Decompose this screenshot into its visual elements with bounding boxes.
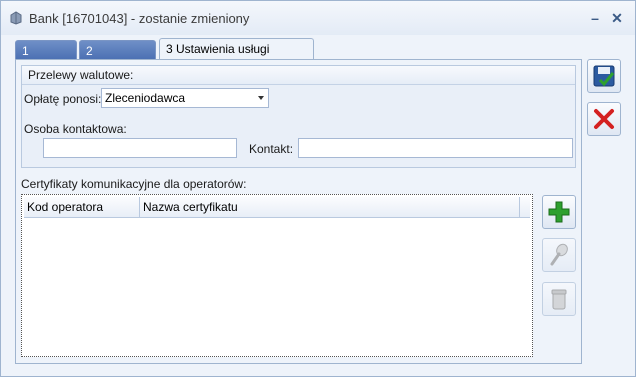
edit-certificate-button[interactable]	[542, 238, 576, 272]
column-header-operator-code[interactable]: Kod operatora	[24, 197, 140, 217]
close-window-button[interactable]: ✕	[607, 8, 627, 28]
add-certificate-button[interactable]	[542, 195, 576, 229]
minimize-button[interactable]: –	[585, 8, 605, 28]
certificates-label: Certyfikaty komunikacyjne dla operatorów…	[21, 177, 247, 191]
save-icon	[593, 65, 615, 87]
section-title: Przelewy walutowe:	[28, 68, 134, 82]
chevron-down-icon	[258, 96, 264, 100]
currency-transfers-group: Przelewy walutowe: Opłatę ponosi: Zlecen…	[21, 65, 576, 168]
contact-person-label: Osoba kontaktowa:	[24, 122, 127, 136]
dialog-window: Bank [16701043] - zostanie zmieniony – ✕…	[0, 0, 636, 377]
list-header: Kod operatora Nazwa certyfikatu	[24, 197, 530, 218]
tab-panel: Przelewy walutowe: Opłatę ponosi: Zlecen…	[15, 59, 582, 364]
fee-payer-select[interactable]: Zleceniodawca	[101, 88, 269, 108]
cancel-button[interactable]	[587, 102, 621, 136]
tab-general[interactable]: 1 Ogólne	[15, 40, 77, 78]
fee-payer-label: Opłatę ponosi:	[24, 92, 102, 106]
cancel-icon	[594, 109, 614, 129]
tab-network-service-settings[interactable]: 3 Ustawienia usługi sieciowej	[159, 38, 314, 76]
certificates-list[interactable]: Kod operatora Nazwa certyfikatu	[21, 194, 533, 357]
contact-field[interactable]	[298, 138, 573, 158]
column-header-certificate-name[interactable]: Nazwa certyfikatu	[140, 197, 520, 217]
contact-person-field[interactable]	[43, 138, 237, 158]
delete-certificate-button[interactable]	[542, 282, 576, 316]
fee-payer-value: Zleceniodawca	[105, 91, 186, 105]
spoon-icon	[550, 243, 568, 266]
bank-icon	[10, 11, 22, 25]
group-header: Przelewy walutowe:	[22, 66, 575, 85]
tab-additional[interactable]: 2 Dodatkowe	[79, 40, 156, 78]
save-button[interactable]	[587, 59, 621, 93]
window-title: Bank [16701043] - zostanie zmieniony	[29, 11, 250, 26]
title-bar: Bank [16701043] - zostanie zmieniony – ✕	[1, 1, 635, 35]
contact-label: Kontakt:	[249, 142, 294, 156]
plus-icon	[548, 201, 570, 223]
trash-icon	[551, 289, 567, 310]
